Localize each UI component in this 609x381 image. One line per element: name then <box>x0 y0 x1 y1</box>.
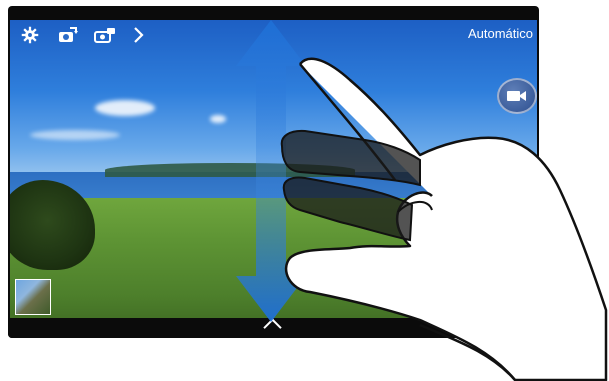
gear-icon[interactable] <box>21 26 39 44</box>
up-down-arrow-icon <box>236 20 306 322</box>
gallery-thumbnail[interactable] <box>15 279 51 315</box>
cloud <box>210 115 226 123</box>
cloud <box>30 130 120 140</box>
chevron-right-icon[interactable] <box>133 26 145 44</box>
shooting-mode-label[interactable]: Automático <box>468 26 533 41</box>
switch-camera-icon[interactable] <box>56 25 80 45</box>
islands <box>105 163 355 177</box>
video-camera-icon <box>507 91 526 101</box>
record-button[interactable] <box>497 78 537 114</box>
camera-mode-icon[interactable] <box>93 26 117 44</box>
cloud <box>95 100 155 116</box>
